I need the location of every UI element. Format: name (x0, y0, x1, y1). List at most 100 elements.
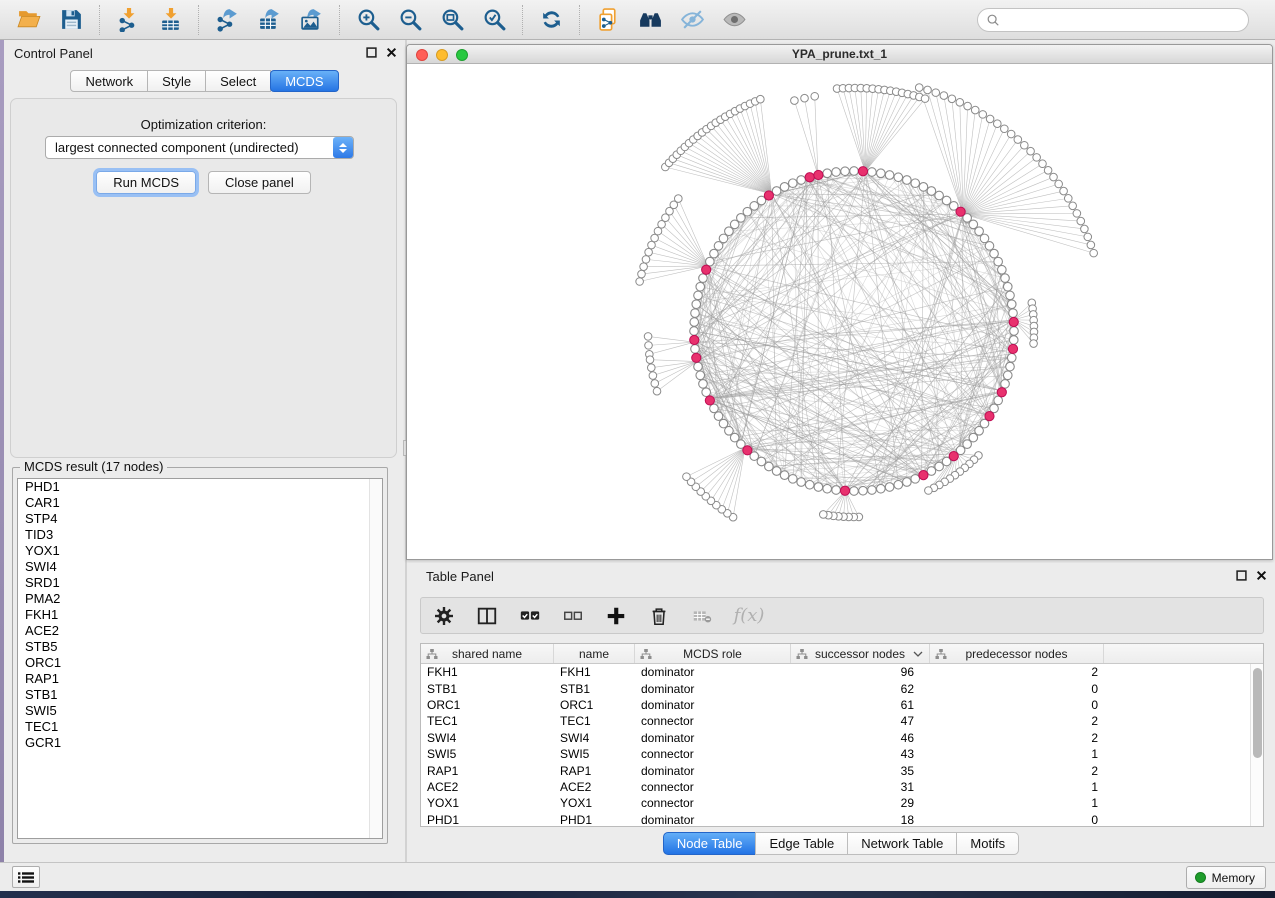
tab-network-table[interactable]: Network Table (847, 832, 957, 855)
ring-node[interactable] (706, 257, 715, 266)
leaf-node[interactable] (638, 270, 646, 278)
leaf-node[interactable] (921, 95, 929, 103)
cell-name[interactable]: SWI4 (554, 731, 635, 745)
cell-predecessor_nodes[interactable]: 2 (930, 714, 1104, 728)
show-all-icon[interactable] (713, 3, 755, 37)
cell-successor_nodes[interactable]: 46 (791, 731, 930, 745)
ring-node[interactable] (714, 242, 723, 251)
leaf-node[interactable] (964, 102, 972, 110)
ring-node[interactable] (814, 483, 823, 492)
column-header-name[interactable]: name (554, 644, 635, 663)
result-item[interactable]: STB5 (18, 639, 382, 655)
ring-node[interactable] (691, 309, 700, 318)
ring-node[interactable] (1003, 282, 1012, 291)
ring-node[interactable] (1006, 362, 1015, 371)
table-row[interactable]: ACE2ACE2connector311 (421, 779, 1263, 795)
leaf-node[interactable] (651, 234, 659, 242)
mcds-hub-node[interactable] (743, 446, 752, 455)
ring-node[interactable] (942, 196, 951, 205)
ring-node[interactable] (927, 187, 936, 196)
leaf-node[interactable] (971, 106, 979, 114)
leaf-node[interactable] (757, 95, 765, 103)
cell-mcds_role[interactable]: connector (635, 714, 791, 728)
leaf-node[interactable] (940, 92, 948, 100)
cell-successor_nodes[interactable]: 47 (791, 714, 930, 728)
table-row[interactable]: RAP1RAP1dominator352 (421, 762, 1263, 778)
leaf-node[interactable] (948, 95, 956, 103)
select-all-icon[interactable] (517, 602, 543, 630)
result-item[interactable]: STB1 (18, 687, 382, 703)
network-view-canvas[interactable] (407, 64, 1272, 559)
ring-node[interactable] (935, 191, 944, 200)
cell-predecessor_nodes[interactable]: 1 (930, 796, 1104, 810)
ring-node[interactable] (694, 362, 703, 371)
ring-node[interactable] (885, 171, 894, 180)
table-scrollbar-thumb[interactable] (1253, 668, 1262, 758)
ring-node[interactable] (1001, 274, 1010, 283)
window-maximize-icon[interactable] (456, 49, 468, 61)
ring-node[interactable] (696, 282, 705, 291)
leaf-node[interactable] (993, 120, 1001, 128)
ring-node[interactable] (719, 234, 728, 243)
export-table-icon[interactable] (248, 3, 290, 37)
cell-shared_name[interactable]: TEC1 (421, 714, 554, 728)
table-row[interactable]: YOX1YOX1connector291 (421, 795, 1263, 811)
cell-predecessor_nodes[interactable]: 2 (930, 731, 1104, 745)
cell-predecessor_nodes[interactable]: 2 (930, 764, 1104, 778)
add-icon[interactable] (603, 602, 629, 630)
leaf-node[interactable] (932, 89, 940, 97)
export-image-icon[interactable] (290, 3, 332, 37)
leaf-node[interactable] (644, 333, 652, 341)
cell-predecessor_nodes[interactable]: 2 (930, 665, 1104, 679)
cell-shared_name[interactable]: SWI4 (421, 731, 554, 745)
close-table-panel-icon[interactable] (1256, 570, 1267, 581)
mcds-hub-node[interactable] (840, 486, 849, 495)
close-panel-button[interactable]: Close panel (208, 171, 311, 194)
ring-node[interactable] (710, 249, 719, 258)
cell-mcds_role[interactable]: dominator (635, 682, 791, 696)
result-item[interactable]: TID3 (18, 527, 382, 543)
mcds-hub-node[interactable] (985, 412, 994, 421)
save-icon[interactable] (50, 3, 92, 37)
optimization-criterion-dropdown[interactable]: largest connected component (undirected) (45, 136, 354, 159)
cell-mcds_role[interactable]: connector (635, 780, 791, 794)
leaf-node[interactable] (1073, 210, 1081, 218)
network-window-titlebar[interactable]: YPA_prune.txt_1 (407, 45, 1272, 64)
cell-successor_nodes[interactable]: 62 (791, 682, 930, 696)
ring-node[interactable] (841, 167, 850, 176)
result-item[interactable]: SRD1 (18, 575, 382, 591)
leaf-node[interactable] (820, 511, 828, 519)
float-panel-icon[interactable] (366, 47, 377, 58)
leaf-node[interactable] (640, 263, 648, 271)
leaf-node[interactable] (1077, 217, 1085, 225)
ring-node[interactable] (885, 483, 894, 492)
column-header-predecessor-nodes[interactable]: predecessor nodes (930, 644, 1104, 663)
leaf-node[interactable] (1060, 187, 1068, 195)
import-network-icon[interactable] (107, 3, 149, 37)
mcds-hub-node[interactable] (858, 167, 867, 176)
result-item[interactable]: SWI4 (18, 559, 382, 575)
ring-node[interactable] (772, 467, 781, 476)
ring-node[interactable] (894, 480, 903, 489)
cell-name[interactable]: PHD1 (554, 813, 635, 827)
leaf-node[interactable] (1084, 233, 1092, 241)
cell-name[interactable]: ORC1 (554, 698, 635, 712)
cell-predecessor_nodes[interactable]: 0 (930, 698, 1104, 712)
ring-node[interactable] (694, 291, 703, 300)
ring-node[interactable] (757, 457, 766, 466)
run-mcds-button[interactable]: Run MCDS (96, 171, 196, 194)
result-item[interactable]: YOX1 (18, 543, 382, 559)
result-item[interactable]: FKH1 (18, 607, 382, 623)
ring-node[interactable] (1009, 336, 1018, 345)
binoculars-icon[interactable] (629, 3, 671, 37)
ring-node[interactable] (1007, 300, 1016, 309)
ring-node[interactable] (714, 412, 723, 421)
leaf-node[interactable] (646, 356, 654, 364)
refresh-icon[interactable] (530, 3, 572, 37)
tab-node-table[interactable]: Node Table (663, 832, 757, 855)
leaf-node[interactable] (1081, 225, 1089, 233)
tab-edge-table[interactable]: Edge Table (755, 832, 848, 855)
leaf-node[interactable] (1039, 160, 1047, 168)
cell-name[interactable]: ACE2 (554, 780, 635, 794)
leaf-node[interactable] (645, 248, 653, 256)
